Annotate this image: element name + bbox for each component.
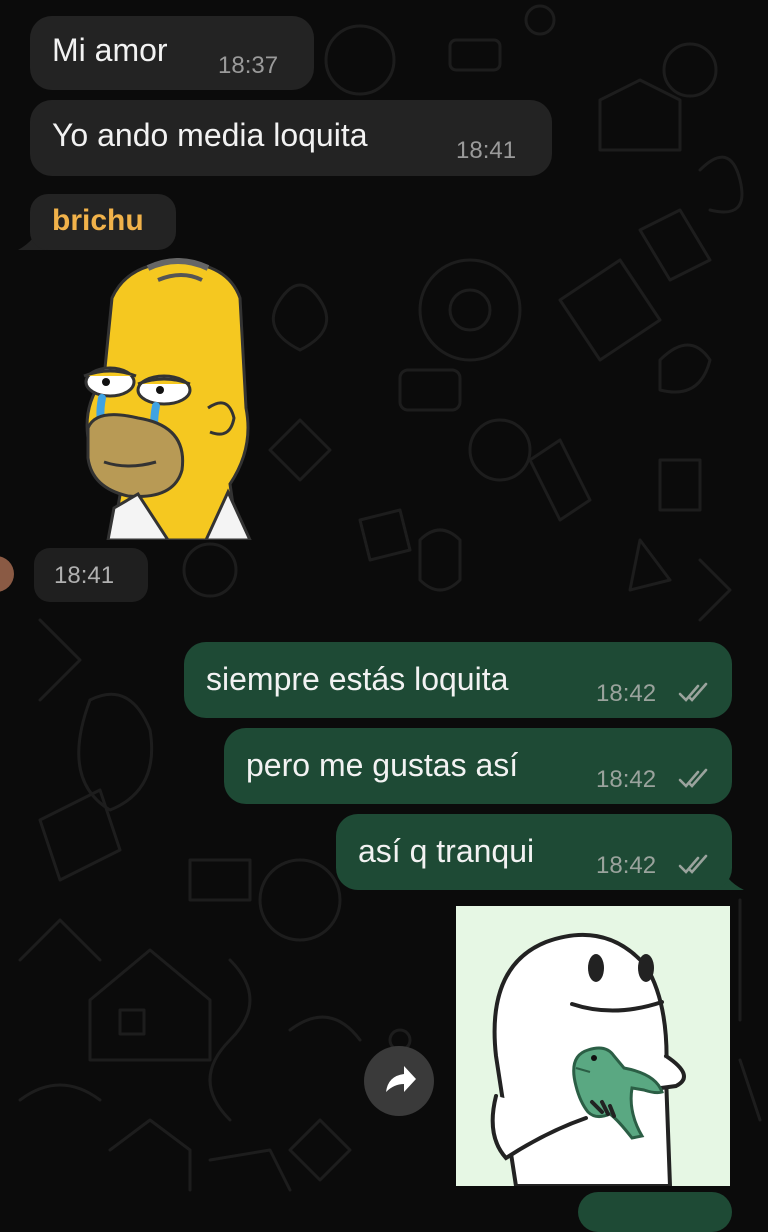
message-text: siempre estás loquita — [206, 661, 509, 697]
message-text: Yo ando media loquita — [52, 117, 368, 153]
sender-name-tag[interactable]: brichu — [30, 194, 176, 250]
message-time: 18:42 — [596, 766, 657, 793]
message-time: 18:41 — [54, 562, 115, 589]
message-time: 18:41 — [456, 137, 517, 164]
message-bubble-outgoing[interactable]: pero me gustas así 18:42 — [224, 728, 732, 804]
message-text: pero me gustas así — [246, 747, 519, 783]
message-text: así q tranqui — [358, 833, 535, 869]
message-bubble-outgoing-partial[interactable] — [578, 1192, 732, 1232]
double-check-icon — [678, 768, 708, 788]
double-check-icon — [678, 682, 708, 702]
homer-crying-sticker[interactable] — [78, 258, 268, 540]
message-bubble-outgoing[interactable]: así q tranqui 18:42 — [336, 814, 732, 890]
forward-arrow-icon — [386, 1066, 416, 1092]
flork-holding-dinosaur-sticker[interactable] — [456, 906, 730, 1186]
message-text: Mi amor — [52, 32, 168, 68]
sticker-time-pill: 18:41 — [34, 548, 148, 602]
message-bubble-outgoing[interactable]: siempre estás loquita 18:42 — [184, 642, 732, 718]
message-time: 18:42 — [596, 852, 657, 879]
message-time: 18:37 — [218, 52, 279, 79]
sender-name: brichu — [52, 204, 144, 237]
double-check-icon — [678, 854, 708, 874]
message-bubble-incoming[interactable]: Yo ando media loquita 18:41 — [30, 100, 552, 176]
message-bubble-incoming[interactable]: Mi amor 18:37 — [30, 16, 314, 90]
forward-button[interactable] — [364, 1046, 434, 1116]
message-time: 18:42 — [596, 680, 657, 707]
